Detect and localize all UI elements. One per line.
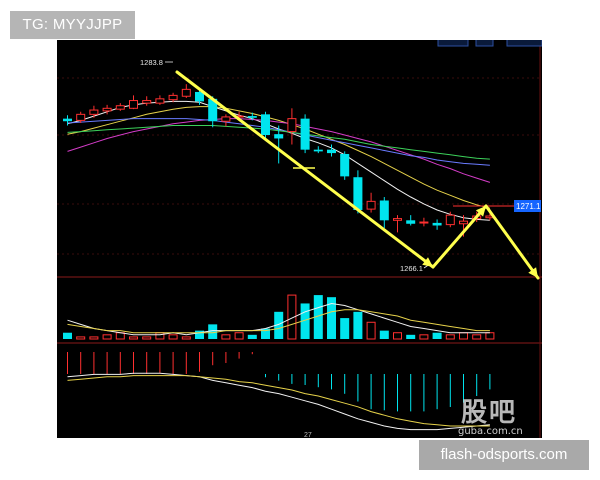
candle-body (76, 113, 86, 121)
candle-body (102, 107, 112, 112)
candle-body (221, 116, 231, 122)
volume-bar (208, 324, 218, 339)
target-price-label: 1271.1 (516, 202, 541, 211)
volume-bar (379, 330, 389, 339)
guba-url-watermark: guba.com.cn (458, 426, 523, 437)
volume-bar (102, 334, 112, 340)
volume-bar (89, 336, 99, 340)
volume-bar (76, 336, 86, 340)
candle-body (406, 220, 416, 224)
toolbar-button (506, 40, 542, 47)
candle-body (366, 200, 376, 210)
candle-body (168, 94, 178, 101)
candle-body (129, 100, 138, 109)
volume-bar (459, 332, 468, 340)
volume-bar (221, 334, 231, 340)
candle-body (115, 105, 125, 110)
candle-body (63, 118, 72, 122)
candle-body (432, 222, 442, 226)
toolbar-button (437, 40, 469, 47)
volume-bar (115, 332, 125, 340)
candle-body (274, 134, 284, 139)
candle-body (313, 149, 323, 152)
volume-bar (366, 321, 376, 340)
watermark-site-label: flash-odsports.com (419, 440, 589, 470)
volume-bar (472, 334, 482, 340)
candle-body (300, 118, 310, 150)
volume-bar (432, 332, 442, 339)
candlestick-chart: 1283.8 1266.1 1271.1 27 (57, 40, 542, 438)
volume-bar (63, 332, 72, 339)
candle-body (142, 100, 152, 104)
volume-bar (168, 334, 178, 340)
candle-body (393, 218, 402, 221)
watermark-tg-label: TG: MYYJJPP (10, 11, 135, 39)
toolbar-button (475, 40, 494, 47)
candle-body (287, 118, 297, 133)
candle-body (247, 116, 257, 118)
candle-body (261, 114, 270, 136)
guba-logo-watermark: 股吧 (461, 398, 518, 428)
volume-bar (393, 332, 402, 340)
candle-body (89, 109, 99, 115)
candle-body (327, 149, 336, 154)
volume-bar (340, 318, 350, 339)
top-toolbar (437, 40, 542, 47)
candle-body (353, 177, 363, 210)
candle-body (340, 153, 350, 177)
volume-bar (445, 334, 455, 340)
volume-bar (485, 332, 495, 340)
candle-body (459, 220, 468, 225)
low-price-label: 1266.1 (400, 264, 423, 273)
volume-bar (406, 334, 416, 339)
candle-body (419, 221, 429, 224)
high-price-label: 1283.8 (140, 58, 163, 67)
candle-body (181, 88, 191, 97)
volume-bar (129, 336, 138, 340)
candle-body (445, 214, 455, 226)
volume-bar (353, 311, 363, 339)
candle-body (155, 98, 165, 104)
volume-bar (419, 334, 429, 340)
candle-body (379, 200, 389, 221)
volume-bar (181, 336, 191, 340)
chart-background (57, 40, 542, 438)
volume-bar (234, 332, 244, 340)
volume-bar (142, 336, 152, 340)
volume-bar (155, 332, 165, 340)
x-axis-tick-label: 27 (304, 432, 312, 438)
volume-bar (247, 334, 257, 339)
